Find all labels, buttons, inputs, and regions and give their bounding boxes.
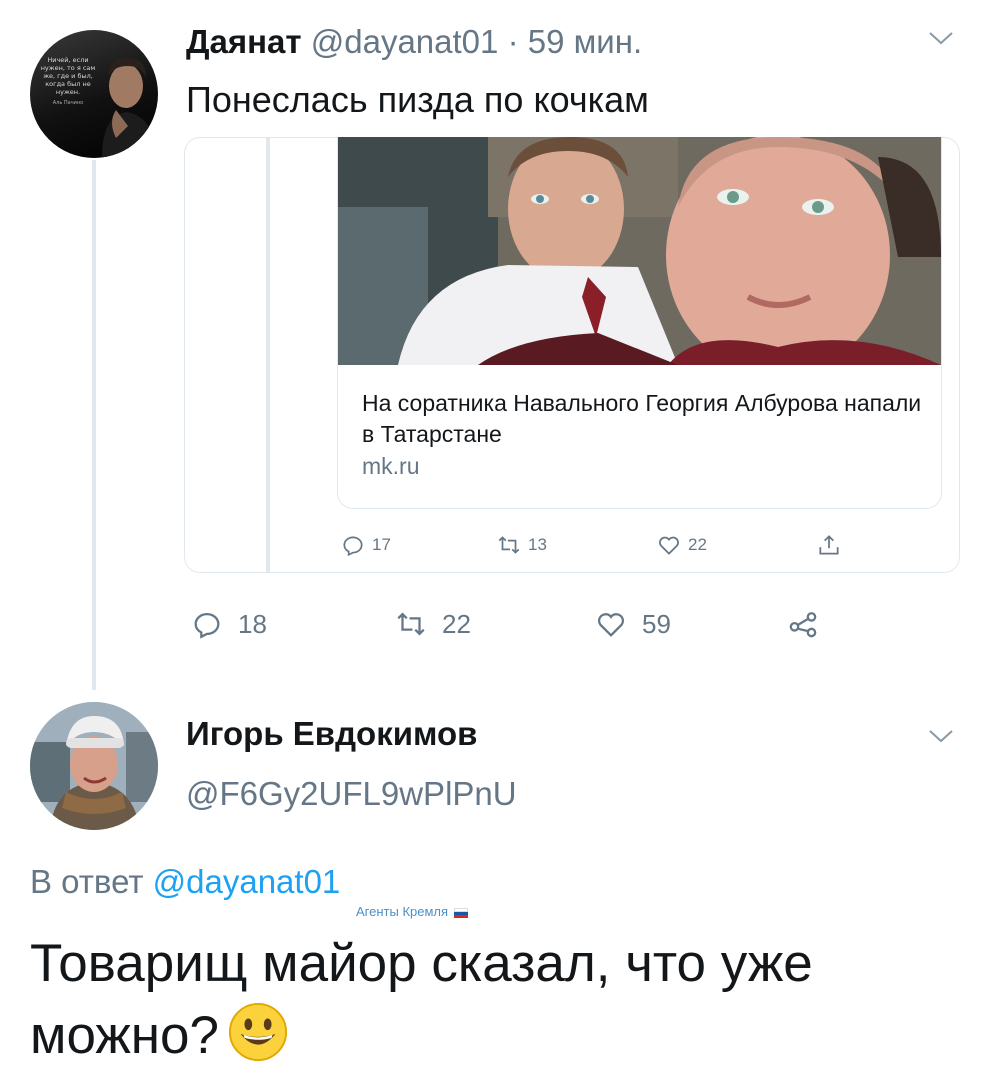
tweet-timestamp[interactable]: 59 мин. bbox=[528, 23, 642, 60]
tweet-header: Даянат @dayanat01 · 59 мин. bbox=[186, 20, 642, 64]
retweet-icon bbox=[397, 612, 425, 636]
tweet-text: Товарищ майор сказал, что уже можно? bbox=[30, 928, 970, 1072]
chevron-down-icon[interactable] bbox=[928, 30, 954, 46]
like-button[interactable]: 59 bbox=[594, 604, 671, 644]
russian-flag-icon bbox=[454, 907, 469, 918]
share-button[interactable] bbox=[786, 604, 834, 644]
watermark-text: Агенты Кремля bbox=[356, 904, 449, 919]
heart-icon bbox=[597, 613, 625, 637]
quoted-thread-line bbox=[266, 137, 270, 573]
link-preview-title[interactable]: На соратника Навального Георгия Албурова… bbox=[362, 388, 922, 450]
retweet-button[interactable]: 22 bbox=[394, 604, 471, 644]
reply-mention-link[interactable]: @dayanat01 bbox=[153, 863, 341, 900]
quoted-like-button[interactable]: 22 bbox=[656, 530, 707, 560]
share-icon bbox=[819, 535, 839, 555]
avatar-quote-author: Аль Пачино bbox=[52, 100, 84, 106]
quoted-reply-button[interactable]: 17 bbox=[340, 530, 391, 560]
author-name[interactable]: Даянат bbox=[186, 23, 302, 60]
quoted-retweet-button[interactable]: 13 bbox=[496, 530, 547, 560]
author-name[interactable]: Игорь Евдокимов bbox=[186, 712, 477, 756]
avatar-quote-text: Ничей, если нужен, то я сам же, где и бы… bbox=[40, 56, 96, 96]
author-handle[interactable]: @F6Gy2UFL9wPlPnU bbox=[186, 772, 517, 816]
reply-context: В ответ @dayanat01 bbox=[30, 860, 340, 904]
reply-prefix: В ответ bbox=[30, 863, 144, 900]
chevron-down-icon[interactable] bbox=[928, 728, 954, 744]
tweet-text: Понеслась пизда по кочкам bbox=[186, 79, 649, 120]
author-handle[interactable]: @dayanat01 bbox=[311, 23, 499, 60]
quoted-share-button[interactable] bbox=[816, 530, 848, 560]
portrait-image bbox=[102, 57, 158, 158]
link-preview-domain: mk.ru bbox=[362, 453, 420, 479]
reply-icon bbox=[194, 612, 220, 639]
quoted-like-count: 22 bbox=[688, 535, 707, 554]
header-separator: · bbox=[507, 23, 519, 60]
thread-connector-line bbox=[92, 160, 96, 690]
watermark: Агенты Кремля bbox=[356, 903, 469, 921]
retweet-count: 22 bbox=[442, 608, 471, 639]
retweet-icon bbox=[498, 536, 520, 554]
quoted-reply-count: 17 bbox=[372, 535, 391, 554]
grinning-face-emoji bbox=[228, 1002, 288, 1062]
avatar-dayanat[interactable]: Ничей, если нужен, то я сам же, где и бы… bbox=[30, 30, 158, 158]
reply-button[interactable]: 18 bbox=[190, 604, 267, 644]
quoted-retweet-count: 13 bbox=[528, 535, 547, 554]
reply-count: 18 bbox=[238, 608, 267, 639]
heart-icon bbox=[659, 536, 679, 555]
like-count: 59 bbox=[642, 608, 671, 639]
tweet-text-content: Товарищ майор сказал, что уже можно? bbox=[30, 934, 813, 1065]
share-icon bbox=[789, 612, 817, 638]
reply-icon bbox=[343, 536, 363, 557]
link-preview-image[interactable] bbox=[338, 137, 941, 365]
avatar-igor[interactable] bbox=[30, 702, 158, 830]
